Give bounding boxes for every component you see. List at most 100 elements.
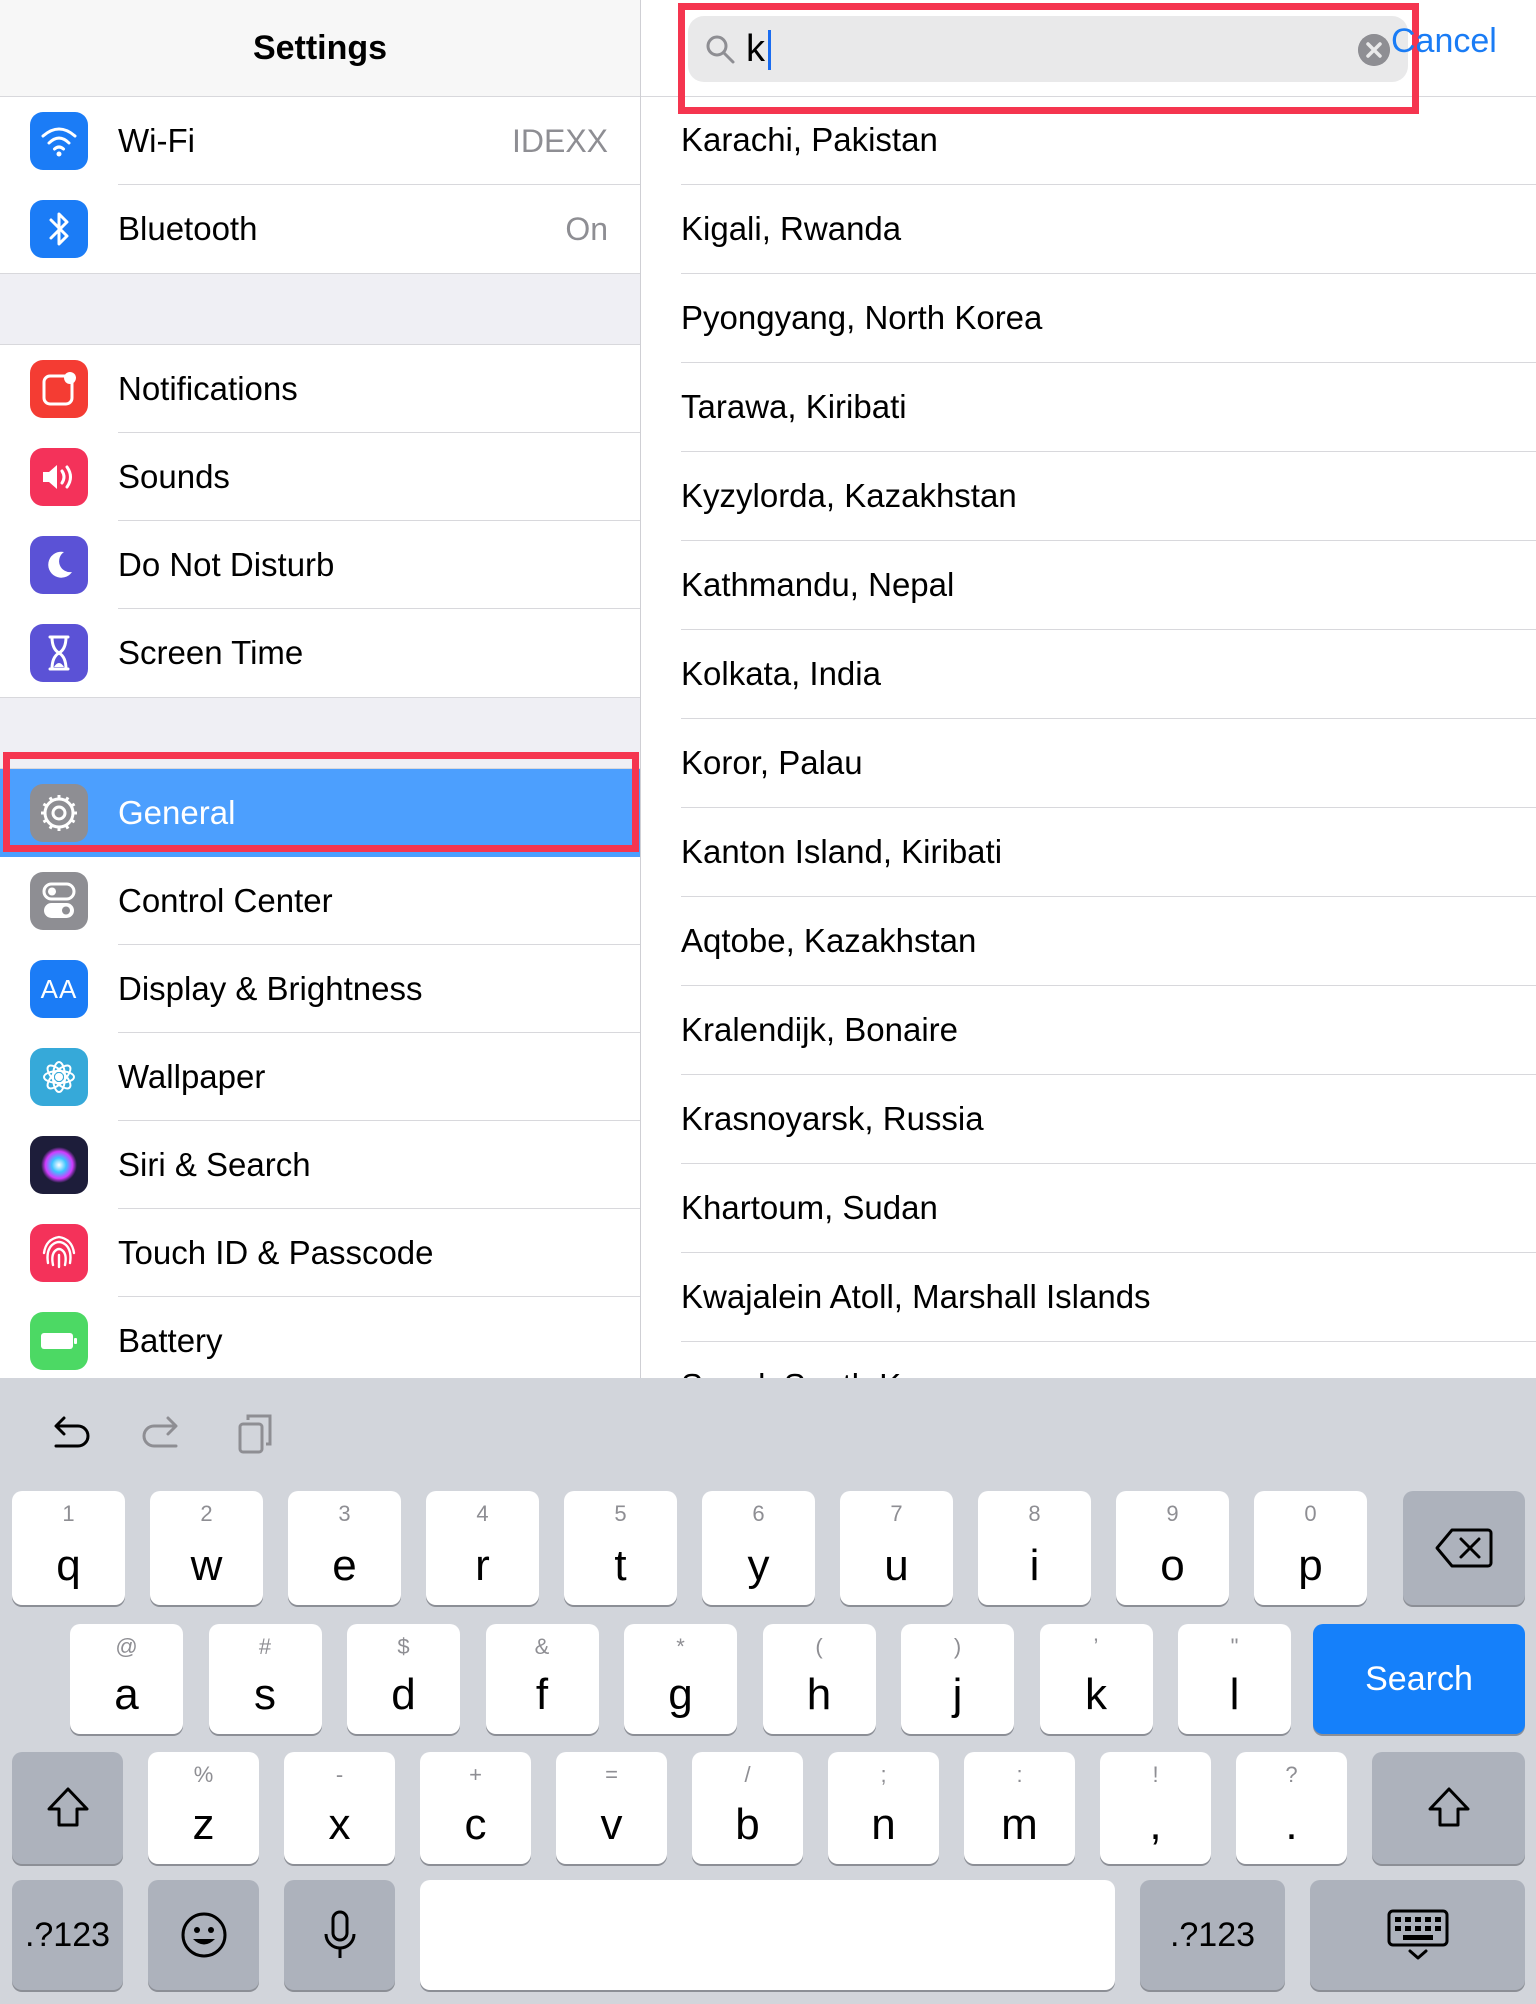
- numbers-key-right[interactable]: .?123: [1140, 1880, 1285, 1990]
- gear-icon: [30, 784, 88, 842]
- time-zone-result[interactable]: Krasnoyarsk, Russia: [681, 1075, 1536, 1164]
- sidebar-group-connectivity: Wi-Fi IDEXX Bluetooth On: [0, 97, 640, 273]
- shift-key-right[interactable]: [1372, 1752, 1525, 1864]
- time-zone-result[interactable]: Kolkata, India: [681, 630, 1536, 719]
- sidebar-item-display-brightness[interactable]: AA Display & Brightness: [0, 945, 640, 1033]
- hide-keyboard-key[interactable]: [1310, 1880, 1525, 1990]
- space-bar[interactable]: [420, 1880, 1115, 1990]
- key-e[interactable]: 3e: [288, 1491, 401, 1605]
- key-secondary-label: +: [469, 1762, 482, 1787]
- key-z[interactable]: % z: [148, 1752, 259, 1864]
- key-c[interactable]: + c: [420, 1752, 531, 1864]
- sidebar-item-sounds[interactable]: Sounds: [0, 433, 640, 521]
- key-u[interactable]: 7u: [840, 1491, 953, 1605]
- sidebar-item-label: General: [118, 794, 236, 831]
- key-j[interactable]: ) j: [901, 1624, 1014, 1734]
- flower-icon: [30, 1048, 88, 1106]
- emoji-key[interactable]: [148, 1880, 259, 1990]
- key-w[interactable]: 2w: [150, 1491, 263, 1605]
- time-zone-result[interactable]: Koror, Palau: [681, 719, 1536, 808]
- key-h[interactable]: (h: [762, 1624, 876, 1734]
- key-primary-label: q: [56, 1541, 81, 1590]
- key-x[interactable]: -x: [284, 1752, 395, 1864]
- key-o[interactable]: 9o: [1116, 1491, 1229, 1605]
- key-l[interactable]: " l: [1178, 1624, 1291, 1734]
- key-secondary-label: 1: [62, 1501, 75, 1526]
- key-secondary-label: :: [1016, 1762, 1023, 1787]
- sidebar-item-bluetooth[interactable]: Bluetooth On: [0, 185, 640, 273]
- key-p[interactable]: 0p: [1254, 1491, 1367, 1605]
- key-primary-label: a: [114, 1670, 139, 1719]
- key-secondary-label: 9: [1166, 1501, 1179, 1526]
- key-period[interactable]: ?.: [1236, 1752, 1347, 1864]
- time-zone-result[interactable]: Aqtobe, Kazakhstan: [681, 897, 1536, 986]
- key-f[interactable]: & f: [485, 1624, 599, 1734]
- key-secondary-label: *: [676, 1634, 685, 1659]
- time-zone-result[interactable]: Kralendijk, Bonaire: [681, 986, 1536, 1075]
- key-i[interactable]: 8i: [978, 1491, 1091, 1605]
- search-key[interactable]: Search: [1313, 1624, 1525, 1734]
- key-primary-label: p: [1298, 1541, 1323, 1590]
- sidebar-item-touch-id-passcode[interactable]: Touch ID & Passcode: [0, 1209, 640, 1297]
- sidebar-item-wi-fi[interactable]: Wi-Fi IDEXX: [0, 97, 640, 185]
- key-n[interactable]: ; n: [828, 1752, 939, 1864]
- key-secondary-label: %: [193, 1762, 214, 1787]
- key-q[interactable]: 1q: [12, 1491, 125, 1605]
- key-primary-label: s: [254, 1670, 276, 1719]
- bluetooth-icon: [30, 200, 88, 258]
- fingerprint-icon: [30, 1224, 88, 1282]
- toggles-icon: [30, 872, 88, 930]
- key-t[interactable]: 5t: [564, 1491, 677, 1605]
- time-zone-result[interactable]: Kwajalein Atoll, Marshall Islands: [681, 1253, 1536, 1342]
- key-b[interactable]: / b: [692, 1752, 803, 1864]
- cancel-button[interactable]: Cancel: [1391, 22, 1497, 61]
- key-d[interactable]: $ d: [347, 1624, 460, 1734]
- key-a[interactable]: @ a: [70, 1624, 183, 1734]
- sidebar-item-do-not-disturb[interactable]: Do Not Disturb: [0, 521, 640, 609]
- key-m[interactable]: :m: [964, 1752, 1075, 1864]
- key-y[interactable]: 6y: [702, 1491, 815, 1605]
- time-zone-result[interactable]: Kathmandu, Nepal: [681, 541, 1536, 630]
- time-zone-result[interactable]: Kigali, Rwanda: [681, 185, 1536, 274]
- key-v[interactable]: = v: [556, 1752, 667, 1864]
- key-r[interactable]: 4r: [426, 1491, 539, 1605]
- time-zone-result[interactable]: Khartoum, Sudan: [681, 1164, 1536, 1253]
- time-zone-result[interactable]: Kanton Island, Kiribati: [681, 808, 1536, 897]
- sidebar-item-battery[interactable]: Battery: [0, 1297, 640, 1378]
- sidebar-item-label: Control Center: [118, 882, 333, 919]
- undo-icon[interactable]: [44, 1408, 96, 1460]
- sidebar-item-general[interactable]: General: [0, 769, 640, 857]
- sidebar-item-label: Do Not Disturb: [118, 546, 335, 583]
- time-zone-result[interactable]: Pyongyang, North Korea: [681, 274, 1536, 363]
- numbers-key-left[interactable]: .?123: [12, 1880, 123, 1990]
- key-s[interactable]: # s: [208, 1624, 322, 1734]
- time-zone-result[interactable]: Karachi, Pakistan: [681, 96, 1536, 185]
- key-secondary-label: 5: [614, 1501, 627, 1526]
- sidebar-item-notifications[interactable]: Notifications: [0, 345, 640, 433]
- key-secondary-label: /: [744, 1762, 751, 1787]
- time-zone-pane: k Cancel Karachi, Pakistan Kigali, Rwanda…: [641, 0, 1536, 1378]
- key-secondary-label: !: [1152, 1762, 1159, 1787]
- time-zone-result[interactable]: Kyzylorda, Kazakhstan: [681, 452, 1536, 541]
- shift-key-left[interactable]: [12, 1752, 123, 1864]
- redo-icon[interactable]: [136, 1408, 188, 1460]
- paste-icon[interactable]: [230, 1408, 282, 1460]
- delete-key[interactable]: [1403, 1491, 1525, 1605]
- battery-icon: [30, 1312, 88, 1370]
- key-k[interactable]: ’ k: [1039, 1624, 1153, 1734]
- time-zone-result[interactable]: Tarawa, Kiribati: [681, 363, 1536, 452]
- key-secondary-label: 7: [890, 1501, 903, 1526]
- search-bar: k Cancel: [641, 0, 1536, 114]
- sidebar-item-screen-time[interactable]: Screen Time: [0, 609, 640, 697]
- key-primary-label: h: [806, 1670, 832, 1719]
- sidebar-item-siri-search[interactable]: Siri & Search: [0, 1121, 640, 1209]
- sidebar-item-label: Battery: [118, 1322, 223, 1359]
- key-comma[interactable]: !,: [1100, 1752, 1211, 1864]
- time-zone-result[interactable]: Seoul, South Korea: [681, 1342, 1536, 1378]
- key-g[interactable]: * g: [624, 1624, 737, 1734]
- sidebar-item-control-center[interactable]: Control Center: [0, 857, 640, 945]
- dictation-key[interactable]: [284, 1880, 395, 1990]
- sidebar-item-label: Touch ID & Passcode: [118, 1234, 434, 1271]
- sidebar-item-wallpaper[interactable]: Wallpaper: [0, 1033, 640, 1121]
- key-primary-label: j: [952, 1670, 963, 1719]
